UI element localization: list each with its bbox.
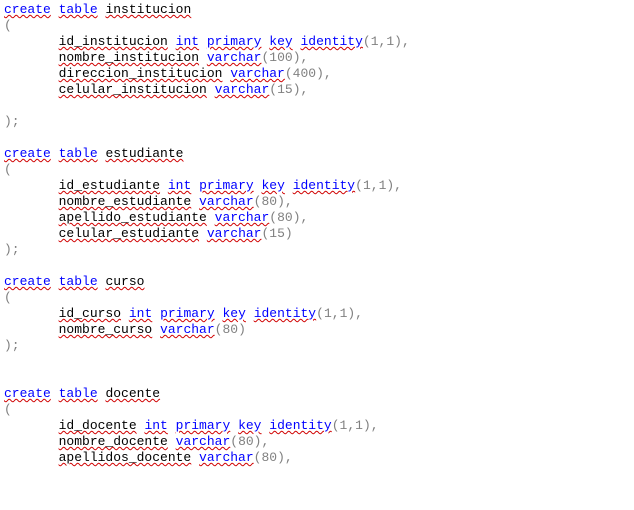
punct: ( bbox=[4, 290, 12, 305]
keyword: table bbox=[59, 2, 98, 17]
keyword: key bbox=[238, 418, 261, 433]
number: 15 bbox=[269, 226, 285, 241]
punct: ( bbox=[4, 162, 12, 177]
keyword: create bbox=[4, 386, 51, 401]
punct: , bbox=[347, 418, 355, 433]
keyword: key bbox=[261, 178, 284, 193]
keyword: int bbox=[129, 306, 152, 321]
punct: ), bbox=[277, 194, 293, 209]
number: 1 bbox=[371, 34, 379, 49]
keyword: varchar bbox=[215, 82, 270, 97]
identifier: celular_estudiante bbox=[59, 226, 199, 241]
punct: ( bbox=[230, 434, 238, 449]
identifier: apellidos_docente bbox=[59, 450, 192, 465]
number: 1 bbox=[386, 34, 394, 49]
punct: ), bbox=[394, 34, 410, 49]
keyword: varchar bbox=[207, 226, 262, 241]
identifier: nombre_docente bbox=[59, 434, 168, 449]
keyword: primary bbox=[207, 34, 262, 49]
punct: ( bbox=[316, 306, 324, 321]
punct: ), bbox=[363, 418, 379, 433]
punct: ); bbox=[4, 242, 20, 257]
identifier: institucion bbox=[105, 2, 191, 17]
number: 80 bbox=[277, 210, 293, 225]
identifier: nombre_curso bbox=[59, 322, 153, 337]
keyword: identity bbox=[254, 306, 316, 321]
number: 80 bbox=[238, 434, 254, 449]
identifier: id_docente bbox=[59, 418, 137, 433]
keyword: int bbox=[144, 418, 167, 433]
punct: ( bbox=[285, 66, 293, 81]
punct: ( bbox=[355, 178, 363, 193]
punct: ), bbox=[316, 66, 332, 81]
keyword: varchar bbox=[207, 50, 262, 65]
punct: ( bbox=[363, 34, 371, 49]
identifier: nombre_institucion bbox=[59, 50, 199, 65]
keyword: primary bbox=[160, 306, 215, 321]
keyword: create bbox=[4, 146, 51, 161]
punct: ); bbox=[4, 338, 20, 353]
punct: ( bbox=[332, 418, 340, 433]
punct: ( bbox=[4, 18, 12, 33]
punct: , bbox=[332, 306, 340, 321]
number: 80 bbox=[261, 450, 277, 465]
number: 1 bbox=[324, 306, 332, 321]
identifier: direccion_institucion bbox=[59, 66, 223, 81]
number: 400 bbox=[293, 66, 316, 81]
keyword: int bbox=[168, 178, 191, 193]
punct: ), bbox=[347, 306, 363, 321]
keyword: varchar bbox=[215, 210, 270, 225]
punct: ) bbox=[285, 226, 293, 241]
identifier: docente bbox=[105, 386, 160, 401]
punct: ), bbox=[386, 178, 402, 193]
keyword: primary bbox=[176, 418, 231, 433]
punct: ); bbox=[4, 114, 20, 129]
keyword: create bbox=[4, 274, 51, 289]
punct: ) bbox=[238, 322, 246, 337]
sql-code-block: create table institucion ( id_institucio… bbox=[0, 0, 634, 466]
punct: ), bbox=[293, 82, 309, 97]
number: 100 bbox=[269, 50, 292, 65]
keyword: identity bbox=[269, 418, 331, 433]
punct: ), bbox=[277, 450, 293, 465]
keyword: primary bbox=[199, 178, 254, 193]
keyword: table bbox=[59, 386, 98, 401]
identifier: nombre_estudiante bbox=[59, 194, 192, 209]
punct: ( bbox=[4, 402, 12, 417]
keyword: varchar bbox=[199, 194, 254, 209]
punct: ), bbox=[293, 50, 309, 65]
keyword: int bbox=[176, 34, 199, 49]
identifier: apellido_estudiante bbox=[59, 210, 207, 225]
identifier: estudiante bbox=[105, 146, 183, 161]
keyword: table bbox=[59, 146, 98, 161]
number: 80 bbox=[222, 322, 238, 337]
keyword: key bbox=[269, 34, 292, 49]
identifier: celular_institucion bbox=[59, 82, 207, 97]
keyword: identity bbox=[301, 34, 363, 49]
punct: , bbox=[371, 178, 379, 193]
punct: ), bbox=[254, 434, 270, 449]
keyword: create bbox=[4, 2, 51, 17]
keyword: table bbox=[59, 274, 98, 289]
identifier: curso bbox=[105, 274, 144, 289]
keyword: varchar bbox=[199, 450, 254, 465]
number: 1 bbox=[355, 418, 363, 433]
number: 80 bbox=[261, 194, 277, 209]
identifier: id_institucion bbox=[59, 34, 168, 49]
keyword: key bbox=[222, 306, 245, 321]
keyword: identity bbox=[293, 178, 355, 193]
punct: ), bbox=[293, 210, 309, 225]
identifier: id_estudiante bbox=[59, 178, 160, 193]
identifier: id_curso bbox=[59, 306, 121, 321]
punct: ( bbox=[269, 82, 277, 97]
punct: ( bbox=[269, 210, 277, 225]
number: 1 bbox=[363, 178, 371, 193]
keyword: varchar bbox=[176, 434, 231, 449]
keyword: varchar bbox=[230, 66, 285, 81]
keyword: varchar bbox=[160, 322, 215, 337]
number: 15 bbox=[277, 82, 293, 97]
